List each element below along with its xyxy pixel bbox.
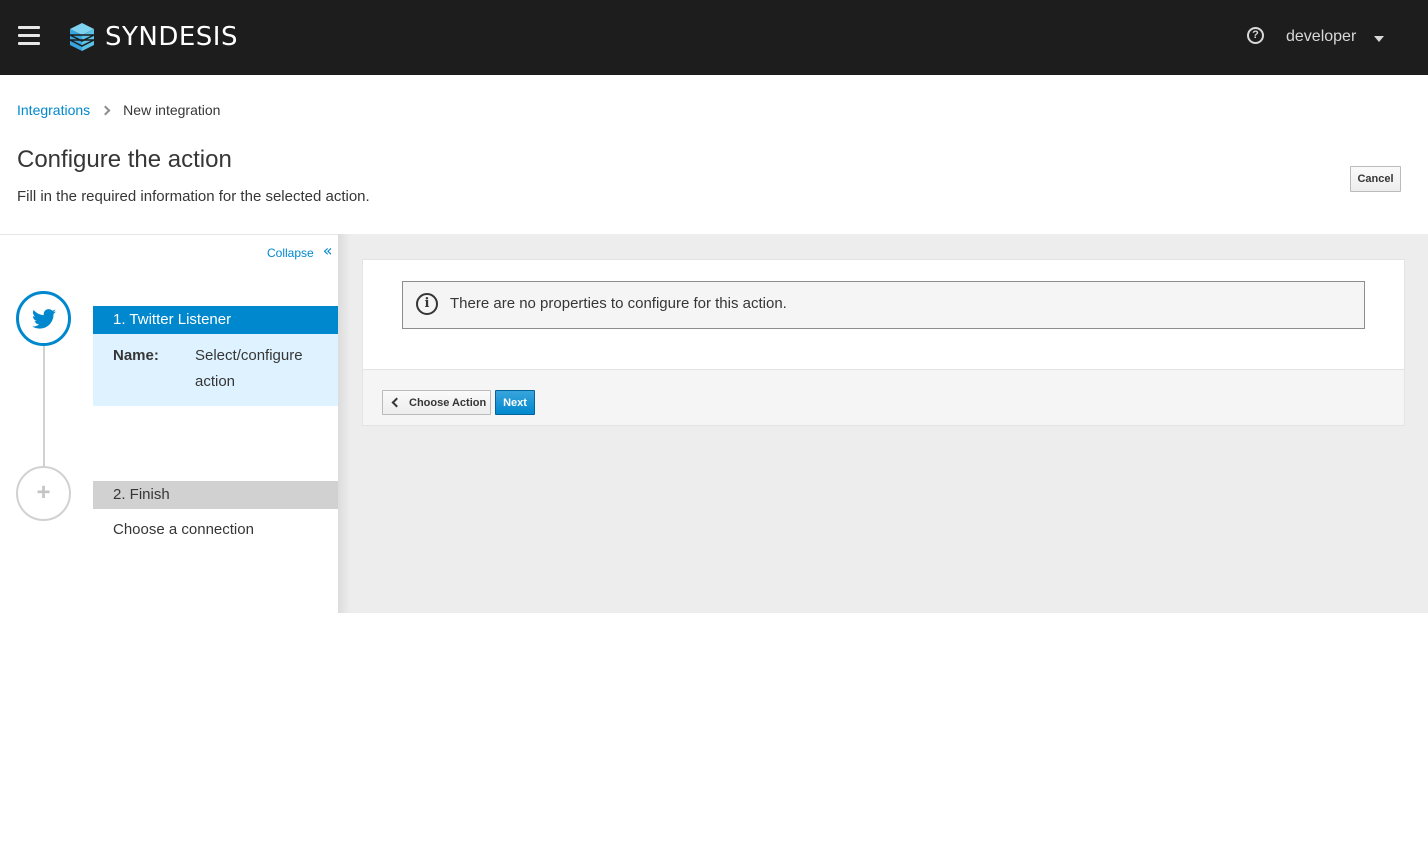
cancel-button[interactable]: Cancel — [1350, 166, 1401, 192]
choose-action-label: Choose Action — [409, 396, 487, 409]
top-nav: SYNDESIS ? developer — [0, 0, 1428, 75]
user-name: developer — [1286, 28, 1357, 45]
plus-icon: + — [36, 478, 51, 506]
info-text: There are no properties to configure for… — [450, 295, 787, 312]
step-2-body[interactable]: Choose a connection — [113, 521, 254, 538]
help-icon[interactable]: ? — [1247, 27, 1264, 44]
brand-name: SYNDESIS — [105, 22, 238, 52]
step-2-header[interactable]: 2. Finish — [93, 481, 338, 509]
chevron-right-icon — [100, 105, 111, 115]
step-1-name-label: Name: — [113, 347, 159, 364]
choose-action-button[interactable]: Choose Action — [382, 390, 491, 415]
steps-panel — [0, 234, 338, 613]
page-title: Configure the action — [17, 146, 232, 173]
steps-panel-shadow — [338, 234, 350, 613]
step-connector-line — [43, 345, 45, 469]
step-1-header[interactable]: 1. Twitter Listener — [93, 306, 338, 334]
double-chevron-left-icon: « — [322, 241, 333, 260]
chevron-left-icon — [391, 397, 402, 408]
twitter-icon — [31, 308, 56, 329]
breadcrumb-integrations-link[interactable]: Integrations — [17, 102, 90, 118]
hamburger-icon[interactable] — [18, 26, 40, 46]
collapse-label: Collapse — [267, 245, 314, 260]
info-icon: i — [416, 293, 438, 315]
breadcrumb: Integrations New integration — [17, 102, 220, 118]
page-description: Fill in the required information for the… — [17, 188, 370, 205]
next-button[interactable]: Next — [495, 390, 535, 415]
syndesis-logo-icon — [69, 23, 95, 51]
step-1-name-value: Select/configure action — [195, 347, 303, 390]
step-1-circle[interactable] — [16, 291, 71, 346]
step-2-circle[interactable]: + — [16, 466, 71, 521]
collapse-toggle[interactable]: Collapse « — [267, 241, 333, 260]
user-menu[interactable]: developer — [1286, 26, 1385, 48]
caret-down-icon — [1374, 36, 1385, 42]
breadcrumb-current: New integration — [123, 102, 221, 118]
brand-logo[interactable]: SYNDESIS — [66, 21, 238, 53]
